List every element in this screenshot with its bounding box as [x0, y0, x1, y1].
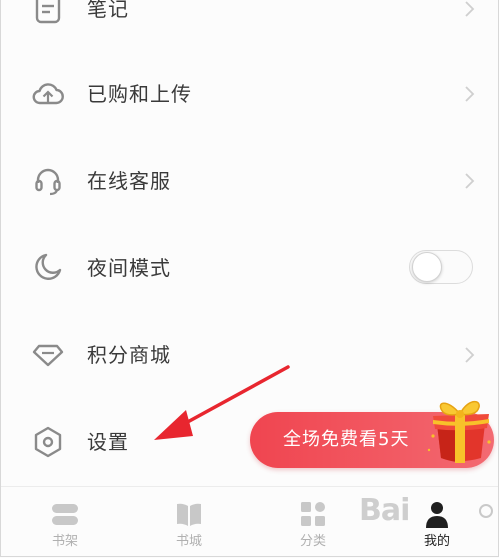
tab-label: 我的	[423, 534, 450, 549]
promo-text: 全场免费看5天	[283, 429, 410, 450]
user-icon	[422, 499, 452, 529]
menu-item-label: 在线客服	[87, 169, 171, 193]
hexagon-settings-icon	[31, 425, 65, 459]
baidu-watermark: Bai	[359, 493, 410, 528]
category-grid-icon	[298, 499, 328, 529]
menu-item-label: 积分商城	[87, 343, 171, 367]
night-mode-toggle[interactable]	[409, 250, 473, 284]
menu-item-label: 夜间模式	[87, 256, 171, 280]
gem-icon	[31, 337, 65, 371]
bottom-tab-bar: 书架 书城 分类 我的	[1, 486, 498, 556]
menu-item-label: 设置	[87, 430, 129, 454]
tab-bookstore[interactable]: 书城	[127, 487, 251, 556]
tab-label: 书城	[175, 534, 202, 549]
chevron-right-icon	[463, 346, 475, 364]
cloud-upload-icon	[31, 77, 65, 111]
menu-item-notes[interactable]: 笔记	[1, 0, 498, 52]
gift-box-icon[interactable]	[425, 392, 495, 466]
tab-bookshelf[interactable]: 书架	[3, 487, 127, 556]
menu-item-points-mall[interactable]: 积分商城	[1, 311, 498, 398]
moon-icon	[31, 250, 65, 284]
toggle-knob	[412, 252, 442, 282]
chevron-right-icon	[463, 0, 475, 18]
chevron-right-icon	[463, 85, 475, 103]
tab-category[interactable]: 分类	[251, 487, 375, 556]
profile-page: 笔记 已购和上传 在线客服 夜间模式 积分商城 设置 全场免费看5天 书架 书城…	[0, 0, 499, 557]
menu-item-label: 笔记	[87, 0, 129, 21]
menu-item-label: 已购和上传	[87, 82, 192, 106]
book-open-icon	[174, 499, 204, 529]
bookshelf-icon	[50, 499, 80, 529]
tab-label: 书架	[51, 534, 78, 549]
chevron-right-icon	[463, 172, 475, 190]
menu-item-night-mode: 夜间模式	[1, 224, 498, 311]
watermark-paw-icon	[479, 504, 493, 518]
tab-label: 分类	[299, 534, 326, 549]
menu-item-customer-service[interactable]: 在线客服	[1, 137, 498, 224]
headset-icon	[31, 164, 65, 198]
note-icon	[31, 0, 65, 26]
menu-item-purchased-uploads[interactable]: 已购和上传	[1, 50, 498, 137]
